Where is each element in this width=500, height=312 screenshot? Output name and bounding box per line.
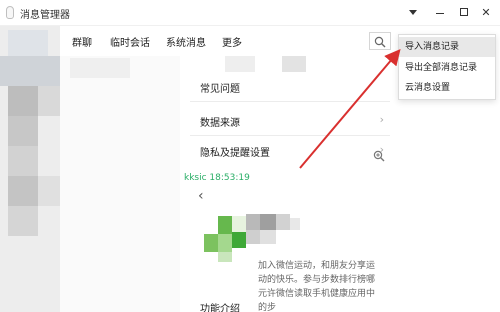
blurred-avatar[interactable]: [8, 146, 38, 176]
menu-item-import-records[interactable]: 导入消息记录: [399, 37, 495, 57]
blurred-avatar[interactable]: [8, 116, 38, 146]
category-tabs: 群聊 临时会话 系统消息 更多: [60, 26, 360, 56]
blurred-avatar[interactable]: [8, 86, 38, 116]
tab-more[interactable]: 更多: [222, 34, 242, 49]
maximize-icon[interactable]: [456, 4, 472, 20]
search-icon: [374, 36, 386, 48]
caret-down-icon[interactable]: [405, 4, 421, 20]
tab-system-message[interactable]: 系统消息: [166, 34, 206, 49]
chevron-left-icon[interactable]: ‹: [198, 188, 204, 204]
menu-item-export-all-records[interactable]: 导出全部消息记录: [399, 58, 495, 78]
menu-item-cloud-settings[interactable]: 云消息设置: [399, 78, 495, 98]
more-dropdown-menu: 导入消息记录 导出全部消息记录 云消息设置: [398, 34, 496, 100]
feature-intro-label: 功能介绍: [200, 304, 240, 312]
settings-row-label: 常见问题: [200, 84, 240, 95]
settings-row-privacy[interactable]: 隐私及提醒设置 ›: [190, 134, 390, 166]
settings-row-label: 数据来源: [200, 118, 240, 129]
window-title: 消息管理器: [20, 10, 70, 21]
blurred-avatar[interactable]: [8, 176, 38, 206]
minimize-icon[interactable]: [432, 4, 448, 20]
title-bar: 消息管理器 ✕: [0, 0, 500, 26]
blurred-avatar[interactable]: [0, 56, 60, 86]
close-icon[interactable]: ✕: [478, 4, 494, 20]
conversation-list: [60, 56, 320, 312]
blurred-avatar[interactable]: [8, 30, 48, 56]
tab-group-chat[interactable]: 群聊: [72, 34, 92, 49]
settings-row-data-source[interactable]: 数据来源 ›: [190, 104, 390, 136]
blurred-list-item[interactable]: [70, 58, 130, 78]
zoom-in-icon[interactable]: [373, 150, 385, 162]
message-sender-time: kksic 18:53:19: [184, 173, 250, 183]
settings-row-label: 隐私及提醒设置: [200, 148, 270, 159]
settings-row-faq[interactable]: 常见问题: [190, 70, 390, 102]
tab-temp-session[interactable]: 临时会话: [110, 34, 150, 49]
search-button[interactable]: [369, 32, 391, 50]
blurred-avatar[interactable]: [8, 206, 38, 236]
blurred-avatar: [38, 86, 60, 116]
feature-description: 加入微信运动，和朋友分享运动的快乐。参与步数排行榜哪元许微信读取手机健康应用中的…: [258, 261, 376, 312]
chevron-right-icon: ›: [379, 113, 384, 126]
blurred-avatar: [38, 176, 60, 206]
app-icon: [6, 6, 14, 19]
contact-sidebar: [0, 26, 60, 312]
